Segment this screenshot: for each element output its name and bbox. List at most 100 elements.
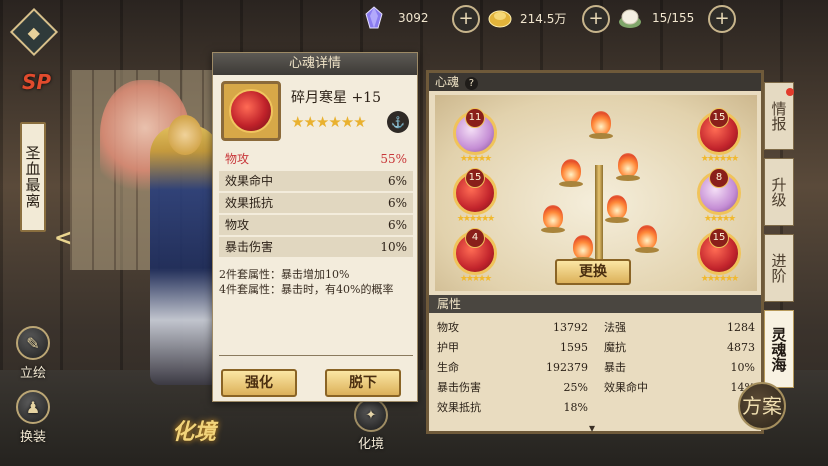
- detail-title: 心魂详情: [213, 53, 417, 75]
- candle-flame-icon: [635, 225, 659, 257]
- attr-value: 1595: [560, 341, 588, 354]
- resource-stamina: 15/155: [618, 6, 694, 30]
- attr-name: 物攻: [437, 321, 459, 334]
- sub-stat-row: 暴击伤害 10%: [219, 237, 413, 257]
- soul-slot[interactable]: 11 ★★★★★: [453, 108, 497, 164]
- stat-value: 6%: [387, 196, 407, 210]
- attribute-row: 效果命中 14%: [604, 379, 755, 397]
- attr-name: 魔抗: [604, 341, 626, 354]
- attribute-row: 护甲 1595: [437, 339, 588, 357]
- crystal-count: 3092: [398, 11, 429, 25]
- soul-slot[interactable]: 4 ★★★★★: [453, 228, 497, 284]
- resource-crystal: 3092: [362, 6, 429, 30]
- attr-value: 18%: [563, 401, 588, 414]
- attribute-row: 魔抗 4873: [604, 339, 755, 357]
- rarity-badge: SP: [22, 70, 52, 94]
- stat-name: 物攻: [225, 218, 250, 232]
- tab-soul-sea[interactable]: 灵魂海: [764, 310, 794, 388]
- candle-flame-icon: [559, 159, 583, 191]
- stat-name: 效果命中: [225, 174, 274, 188]
- divider: [219, 355, 413, 356]
- attr-value: 13792: [553, 321, 588, 334]
- candle-flame-icon: [589, 111, 613, 143]
- attributes-grid: 物攻 13792 法强 1284 护甲 1595 魔抗 4873 生命 192379 暴击…: [437, 319, 755, 417]
- attribute-row: 法强 1284: [604, 319, 755, 337]
- sub-stat-row: 效果抵抗 6%: [219, 193, 413, 213]
- gold-ingot-icon: [488, 10, 512, 28]
- replace-button[interactable]: 更换: [555, 259, 631, 285]
- chevron-down-icon[interactable]: ▾: [589, 421, 595, 435]
- enhance-button[interactable]: 强化: [221, 369, 297, 397]
- attr-value: 10%: [730, 361, 755, 374]
- soul-slot[interactable]: 8 ★★★★★: [697, 168, 741, 224]
- slot-level: 8: [709, 168, 729, 188]
- attr-name: 法强: [604, 321, 626, 334]
- sub-stat-row: 效果命中 6%: [219, 171, 413, 191]
- help-icon[interactable]: ?: [464, 77, 478, 90]
- slot-stars: ★★★★★: [703, 214, 736, 224]
- soul-slot[interactable]: 15 ★★★★★★: [697, 108, 741, 164]
- soul-slot[interactable]: 15 ★★★★★★: [697, 228, 741, 284]
- slot-stars: ★★★★★★: [456, 214, 495, 224]
- outfit-label: 换装: [19, 430, 46, 445]
- prev-hero-arrow-icon[interactable]: <: [54, 226, 72, 251]
- hero-head: [168, 115, 202, 155]
- sub-stat-row: 物攻 6%: [219, 215, 413, 235]
- attr-name: 暴击: [604, 361, 626, 374]
- back-arrow-icon: ◆: [27, 22, 41, 42]
- item-name: 碎月寒星 +15: [291, 90, 381, 106]
- preset-seal-button[interactable]: 方案: [738, 382, 786, 430]
- transform-button[interactable]: ✦ 化境: [346, 398, 396, 452]
- slot-stars: ★★★★★: [459, 154, 492, 164]
- stat-name: 物攻: [225, 152, 250, 166]
- slot-level: 11: [465, 108, 485, 128]
- outfit-button[interactable]: ♟ 换装: [10, 390, 56, 445]
- stat-table: 物攻 55% 效果命中 6% 效果抵抗 6% 物攻 6% 暴击伤害 10%: [219, 149, 413, 259]
- add-gold-button[interactable]: +: [582, 5, 610, 33]
- hero-name: 圣血最离: [20, 122, 46, 232]
- candle-flame-icon: [605, 195, 629, 227]
- add-stamina-button[interactable]: +: [708, 5, 736, 33]
- soul-slot[interactable]: 15 ★★★★★★: [453, 168, 497, 224]
- add-crystal-button[interactable]: +: [452, 5, 480, 33]
- attr-value: 192379: [546, 361, 588, 374]
- main-stat-row: 物攻 55%: [219, 149, 413, 169]
- slot-stars: ★★★★★★: [700, 154, 739, 164]
- attr-value: 1284: [727, 321, 755, 334]
- stat-value: 10%: [380, 240, 407, 254]
- set-2-bonus: 2件套属性：暴击增加10%: [219, 268, 350, 281]
- portrait-label: 立绘: [19, 366, 46, 381]
- lock-icon[interactable]: ⚓: [387, 111, 409, 133]
- stamina-bun-icon: [619, 9, 641, 28]
- attr-name: 效果抵抗: [437, 401, 481, 414]
- back-button[interactable]: ◆: [9, 7, 59, 57]
- set-bonus-text: 2件套属性：暴击增加10% 4件套属性：暴击时，有40%的概率: [219, 267, 415, 297]
- portrait-button[interactable]: ✎ 立绘: [10, 326, 56, 381]
- transform-label: 化境: [357, 437, 384, 452]
- candle-flame-icon: [616, 153, 640, 185]
- stat-value: 6%: [387, 218, 407, 232]
- remove-button[interactable]: 脱下: [325, 369, 401, 397]
- attr-name: 生命: [437, 361, 459, 374]
- slot-stars: ★★★★★★: [700, 274, 739, 284]
- soul-header: 心魂 ?: [429, 73, 761, 91]
- outfit-icon: ♟: [16, 390, 50, 424]
- tab-upgrade[interactable]: 升级: [764, 158, 794, 226]
- transform-icon: ✦: [354, 398, 388, 432]
- tab-advance[interactable]: 进阶: [764, 234, 794, 302]
- soul-detail-panel: 心魂详情 碎月寒星 +15 ★★★★★★ ⚓ 物攻 55% 效果命中 6% 效果…: [212, 52, 418, 402]
- stamina-count: 15/155: [652, 11, 695, 25]
- attribute-row: 物攻 13792: [437, 319, 588, 337]
- transform-logo[interactable]: 化境: [134, 414, 254, 445]
- stat-value: 55%: [380, 152, 407, 166]
- stat-name: 效果抵抗: [225, 196, 274, 210]
- slot-level: 15: [465, 168, 485, 188]
- slot-level: 15: [709, 108, 729, 128]
- attr-value: 25%: [563, 381, 588, 394]
- notification-dot: [786, 88, 794, 96]
- soul-header-label: 心魂: [435, 75, 460, 89]
- stat-value: 6%: [387, 174, 407, 188]
- soul-gem-icon: [229, 89, 273, 133]
- set-4-bonus: 4件套属性：暴击时，有40%的概率: [219, 283, 394, 296]
- candle-flame-icon: [541, 205, 565, 237]
